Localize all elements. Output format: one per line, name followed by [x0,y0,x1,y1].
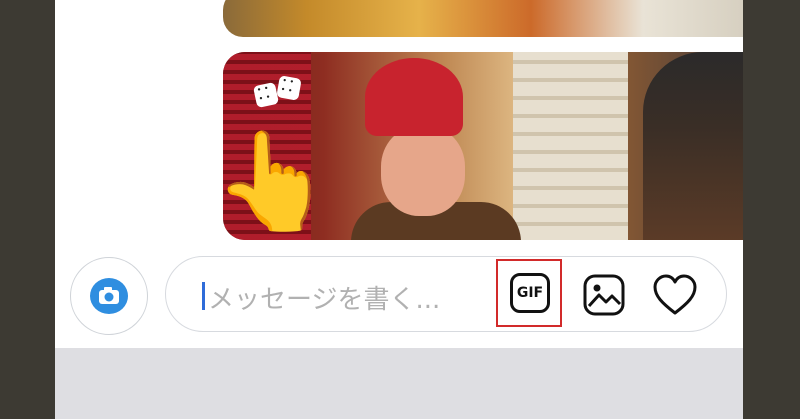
dice-icon [276,75,302,101]
message-input[interactable]: メッセージを書く... [208,279,440,316]
keyboard-area [55,348,743,419]
red-hat [365,58,463,136]
man-face [381,126,465,216]
photo-icon[interactable] [582,273,626,321]
camera-icon [90,278,128,314]
gif-highlight: GIF [496,259,562,327]
message-composer[interactable]: メッセージを書く... GIF [165,256,727,332]
heart-icon[interactable] [652,273,698,321]
text-cursor [202,282,205,310]
camera-button[interactable] [70,257,148,335]
dice-icon [252,81,280,109]
second-man [643,52,743,240]
chat-screen: 👆 メッセージを書く... GIF [55,0,743,419]
pointing-hand-icon: 👆 [213,125,333,237]
gif-icon[interactable]: GIF [510,273,550,313]
background-pillar [513,52,628,240]
previous-image-message[interactable] [223,0,743,37]
